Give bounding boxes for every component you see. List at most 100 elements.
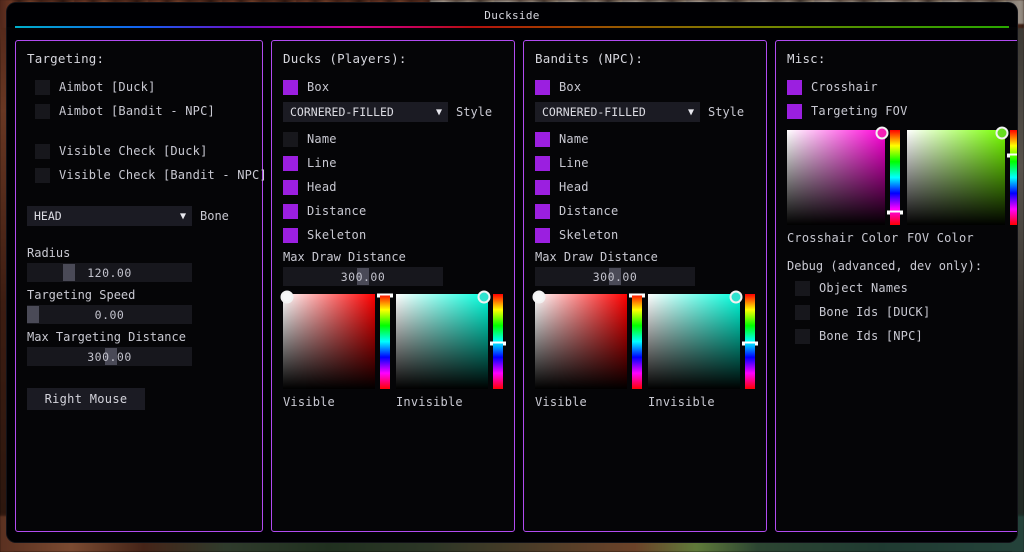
checkbox-row-bandits-distance[interactable]: Distance — [535, 202, 755, 220]
checkbox-row-crosshair[interactable]: Crosshair — [787, 78, 1011, 96]
chevron-down-icon: ▼ — [179, 210, 186, 222]
checkbox-ducks-skeleton[interactable] — [283, 227, 298, 243]
slider-targeting-speed-handle[interactable] — [27, 306, 39, 323]
crosshair-hue-handle[interactable] — [887, 210, 903, 215]
slider-bandits-max-draw-distance[interactable]: 300.00 — [535, 267, 695, 286]
fov-sv-square[interactable] — [907, 126, 1009, 225]
slider-ducks-max-draw-distance-value: 300.00 — [340, 269, 386, 284]
checkbox-bandits-box[interactable] — [535, 79, 550, 95]
checkbox-row-ducks-head[interactable]: Head — [283, 178, 503, 196]
aim-key-button[interactable]: Right Mouse — [27, 388, 145, 410]
checkbox-aimbot-duck[interactable] — [35, 79, 50, 95]
ducks-invisible-sv-square[interactable] — [396, 290, 491, 389]
chevron-down-icon: ▼ — [435, 106, 442, 118]
checkbox-row-targeting-fov[interactable]: Targeting FOV — [787, 102, 1011, 120]
checkbox-bandits-distance[interactable] — [535, 203, 550, 219]
label-aimbot-duck: Aimbot [Duck] — [59, 80, 156, 94]
checkbox-row-aimbot-bandit[interactable]: Aimbot [Bandit - NPC] — [27, 102, 251, 120]
ducks-invisible-hue-strip[interactable] — [490, 294, 506, 389]
ducks-invisible-sv-handle[interactable] — [477, 290, 491, 304]
checkbox-targeting-fov[interactable] — [787, 103, 802, 119]
checkbox-object-names[interactable] — [795, 280, 810, 296]
checkbox-bandits-skeleton[interactable] — [535, 227, 550, 243]
ducks-visible-hue-handle[interactable] — [377, 293, 393, 298]
checkbox-ducks-distance[interactable] — [283, 203, 298, 219]
bandits-invisible-hue-handle[interactable] — [742, 341, 758, 346]
checkbox-bone-ids-duck[interactable] — [795, 304, 810, 320]
checkbox-row-visible-check-bandit[interactable]: Visible Check [Bandit - NPC] — [27, 166, 267, 184]
checkbox-bandits-name[interactable] — [535, 131, 550, 147]
label-max-targeting-distance: Max Targeting Distance — [27, 330, 186, 344]
ducks-invisible-hue-handle[interactable] — [490, 341, 506, 346]
checkbox-row-bandits-head[interactable]: Head — [535, 178, 755, 196]
bandits-style-label: Style — [708, 105, 745, 119]
checkbox-row-ducks-skeleton[interactable]: Skeleton — [283, 226, 503, 244]
label-bandits-line: Line — [559, 156, 589, 170]
bandits-visible-hue-handle[interactable] — [629, 293, 645, 298]
crosshair-hue-strip[interactable] — [887, 130, 903, 225]
bandits-invisible-color-picker: Invisible — [648, 290, 758, 409]
checkbox-bone-ids-npc[interactable] — [795, 328, 810, 344]
slider-radius-handle[interactable] — [63, 264, 76, 281]
bandits-visible-sv-handle[interactable] — [532, 290, 546, 304]
checkbox-row-ducks-distance[interactable]: Distance — [283, 202, 503, 220]
ducks-visible-sv-handle[interactable] — [280, 290, 294, 304]
slider-max-targeting-distance-value: 300.00 — [87, 349, 132, 364]
bandits-style-dropdown[interactable]: CORNERED-FILLED ▼ — [535, 102, 700, 122]
fov-sv-handle[interactable] — [995, 126, 1009, 140]
bandits-invisible-hue-strip[interactable] — [742, 294, 758, 389]
checkbox-ducks-name[interactable] — [283, 131, 298, 147]
bandits-visible-sv-square[interactable] — [532, 290, 627, 389]
checkbox-row-ducks-name[interactable]: Name — [283, 130, 503, 148]
bandits-invisible-sv-square[interactable] — [648, 290, 743, 389]
caption-fov-color: FOV Color — [907, 231, 974, 245]
label-radius: Radius — [27, 246, 71, 260]
checkbox-visible-check-duck[interactable] — [35, 143, 50, 159]
checkbox-bandits-head[interactable] — [535, 179, 550, 195]
checkbox-aimbot-bandit[interactable] — [35, 103, 50, 119]
checkbox-row-object-names[interactable]: Object Names — [787, 279, 1011, 297]
label-bandits-skeleton: Skeleton — [559, 228, 619, 242]
checkbox-ducks-line[interactable] — [283, 155, 298, 171]
slider-ducks-max-draw-distance[interactable]: 300.00 — [283, 267, 443, 286]
checkbox-row-ducks-box[interactable]: Box — [283, 78, 503, 96]
label-crosshair: Crosshair — [811, 80, 878, 94]
checkbox-row-bandits-skeleton[interactable]: Skeleton — [535, 226, 755, 244]
slider-radius[interactable]: 120.00 — [27, 263, 192, 282]
ducks-visible-sv-square[interactable] — [280, 290, 375, 389]
checkbox-ducks-box[interactable] — [283, 79, 298, 95]
checkbox-row-bandits-line[interactable]: Line — [535, 154, 755, 172]
bandits-visible-hue-strip[interactable] — [629, 293, 645, 389]
ducks-visible-hue-strip[interactable] — [377, 293, 393, 389]
ducks-style-value: CORNERED-FILLED — [290, 105, 394, 119]
fov-hue-handle[interactable] — [1007, 153, 1017, 158]
crosshair-sv-handle[interactable] — [875, 126, 889, 140]
checkbox-row-visible-check-duck[interactable]: Visible Check [Duck] — [27, 142, 251, 160]
bandits-visible-color-picker: Visible — [532, 290, 645, 409]
checkbox-crosshair[interactable] — [787, 79, 802, 95]
label-ducks-max-draw-distance: Max Draw Distance — [283, 250, 406, 264]
checkbox-visible-check-bandit[interactable] — [35, 167, 50, 183]
checkbox-bandits-line[interactable] — [535, 155, 550, 171]
bandits-invisible-sv-handle[interactable] — [729, 290, 743, 304]
bone-dropdown-row: HEAD ▼ Bone — [27, 206, 251, 226]
checkbox-row-bandits-name[interactable]: Name — [535, 130, 755, 148]
crosshair-sv-square[interactable] — [787, 126, 889, 225]
slider-max-targeting-distance[interactable]: 300.00 — [27, 347, 192, 366]
slider-bandits-max-draw-distance-value: 300.00 — [592, 269, 638, 284]
panel-title-misc: Misc: — [787, 51, 826, 66]
label-bone-ids-duck: Bone Ids [DUCK] — [819, 305, 931, 319]
checkbox-row-bone-ids-npc[interactable]: Bone Ids [NPC] — [787, 327, 1011, 345]
checkbox-ducks-head[interactable] — [283, 179, 298, 195]
title-bar[interactable]: Duckside — [7, 3, 1017, 27]
checkbox-row-ducks-line[interactable]: Line — [283, 154, 503, 172]
checkbox-row-bandits-box[interactable]: Box — [535, 78, 755, 96]
checkbox-row-aimbot-duck[interactable]: Aimbot [Duck] — [27, 78, 251, 96]
checkbox-row-bone-ids-duck[interactable]: Bone Ids [DUCK] — [787, 303, 1011, 321]
ducks-style-dropdown[interactable]: CORNERED-FILLED ▼ — [283, 102, 448, 122]
panel-title-targeting: Targeting: — [27, 51, 105, 66]
fov-hue-strip[interactable] — [1007, 130, 1017, 225]
slider-targeting-speed[interactable]: 0.00 — [27, 305, 192, 324]
bone-dropdown[interactable]: HEAD ▼ — [27, 206, 192, 226]
